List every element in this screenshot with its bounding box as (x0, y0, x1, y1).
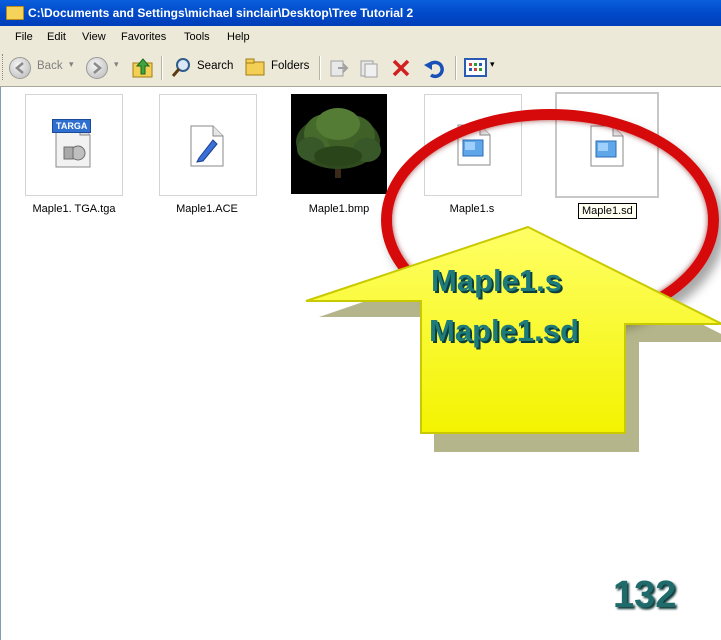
menu-edit[interactable]: Edit (47, 31, 66, 43)
forward-arrow-icon (93, 62, 102, 74)
folders-icon[interactable] (244, 56, 268, 78)
menu-file[interactable]: File (15, 31, 33, 43)
toolbar-grip[interactable] (2, 54, 6, 80)
up-folder-icon[interactable] (131, 56, 155, 80)
back-label[interactable]: Back (37, 60, 63, 72)
menu-view[interactable]: View (82, 31, 106, 43)
views-dropdown-icon[interactable]: ▾ (490, 59, 495, 70)
views-icon[interactable] (464, 57, 488, 79)
back-dropdown-icon[interactable]: ▾ (69, 59, 74, 70)
copy-to-icon[interactable] (358, 57, 380, 79)
menu-help[interactable]: Help (227, 31, 250, 43)
delete-icon[interactable] (391, 58, 411, 78)
menu-favorites[interactable]: Favorites (121, 31, 166, 43)
title-bar: C:\Documents and Settings\michael sincla… (0, 0, 721, 26)
toolbar-separator (161, 56, 163, 80)
undo-icon[interactable] (423, 57, 445, 79)
forward-button[interactable] (86, 57, 108, 79)
folder-icon (6, 6, 24, 20)
back-arrow-icon (15, 62, 24, 74)
callout-line-1: Maple1.s (431, 263, 562, 298)
toolbar: Back ▾ ▾ Search Folders ▾ (0, 48, 721, 87)
callout-arrow (305, 225, 721, 452)
callout-line-2: Maple1.sd (429, 313, 579, 348)
file-list-pane[interactable]: TARGA Maple1. TGA.tga Maple1.ACE Maple1.… (0, 87, 721, 640)
move-to-icon[interactable] (328, 57, 350, 79)
folders-label[interactable]: Folders (271, 60, 309, 72)
forward-dropdown-icon[interactable]: ▾ (114, 59, 119, 70)
menu-bar: File Edit View Favorites Tools Help (0, 26, 721, 49)
page-number: 132 (613, 574, 677, 616)
toolbar-separator (319, 56, 321, 80)
toolbar-separator (455, 56, 457, 80)
search-icon[interactable] (170, 56, 194, 80)
back-button[interactable] (9, 57, 31, 79)
window-title: C:\Documents and Settings\michael sincla… (28, 6, 414, 20)
search-label[interactable]: Search (197, 60, 233, 72)
menu-tools[interactable]: Tools (184, 31, 210, 43)
